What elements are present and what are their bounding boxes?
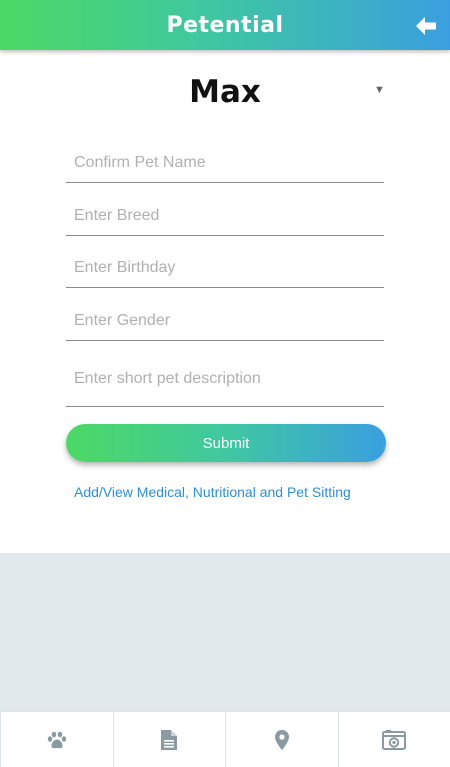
medical-nutrition-sitting-link[interactable]: Add/View Medical, Nutritional and Pet Si… xyxy=(74,484,351,500)
gender-input[interactable] xyxy=(66,298,384,340)
app-header: Petential xyxy=(0,0,450,50)
gender-field-wrapper xyxy=(66,298,384,341)
content-panel xyxy=(0,553,450,711)
pet-name-field-wrapper xyxy=(66,140,384,183)
breed-input[interactable] xyxy=(66,193,384,235)
submit-button[interactable]: Submit xyxy=(66,424,386,462)
tab-records[interactable] xyxy=(112,712,226,767)
birthday-input[interactable] xyxy=(66,245,384,287)
app-title: Petential xyxy=(166,12,284,38)
pet-selector[interactable]: Max ▼ xyxy=(0,68,450,116)
arrow-left-icon xyxy=(416,17,436,35)
paw-icon xyxy=(47,731,66,748)
tab-pets[interactable] xyxy=(0,712,113,767)
back-button[interactable] xyxy=(414,14,438,38)
pet-name-input[interactable] xyxy=(66,140,384,182)
map-pin-icon xyxy=(274,729,289,750)
tab-locations[interactable] xyxy=(225,712,338,767)
description-input[interactable] xyxy=(66,351,384,406)
camera-icon xyxy=(382,729,407,750)
description-field-wrapper xyxy=(66,351,384,407)
tab-photos[interactable] xyxy=(337,712,450,767)
birthday-field-wrapper xyxy=(66,245,384,288)
selected-pet-name: Max xyxy=(189,74,261,110)
document-icon xyxy=(161,729,178,750)
breed-field-wrapper xyxy=(66,193,384,236)
chevron-down-icon: ▼ xyxy=(374,84,385,96)
bottom-tab-bar xyxy=(0,711,450,767)
